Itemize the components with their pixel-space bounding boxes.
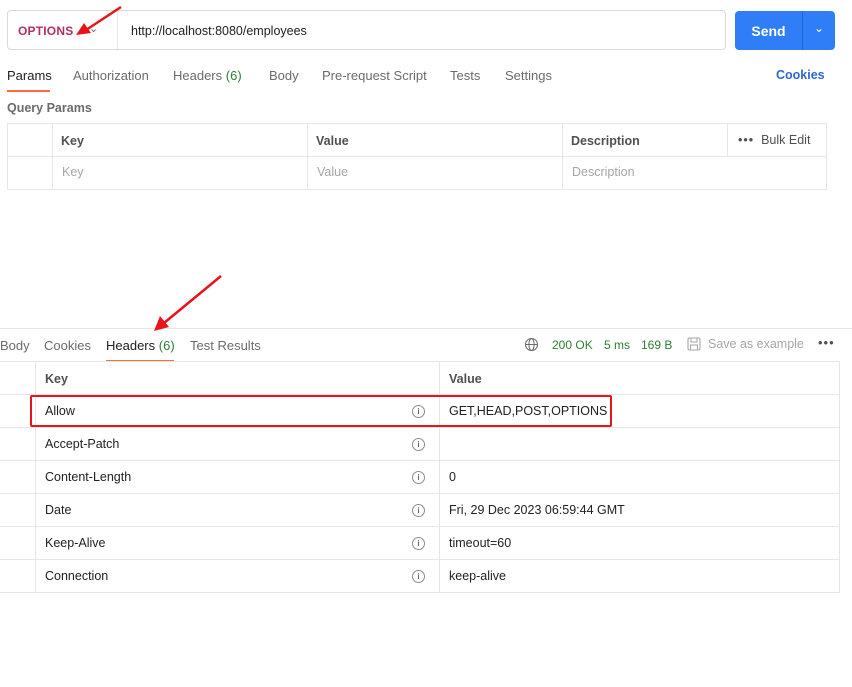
tab-response-headers[interactable]: Headers (6) [106,338,175,353]
tab-authorization[interactable]: Authorization [73,68,149,83]
save-as-example-button[interactable]: Save as example [708,337,804,351]
tab-label: Headers [106,338,156,353]
column-header-key: Key [45,372,68,386]
headers-count: (6) [158,338,175,353]
divider [562,123,563,190]
header-key: Date [45,503,72,517]
column-header-description: Description [571,134,640,148]
bulk-edit-label: Bulk Edit [761,133,811,147]
globe-icon[interactable] [524,337,539,352]
highlight-box [30,395,612,427]
chevron-down-icon[interactable]: ⌄ [803,21,835,35]
more-icon: ••• [738,133,755,147]
header-value: keep-alive [449,569,506,583]
cookies-link[interactable]: Cookies [776,68,825,82]
tab-label: Headers [173,68,223,83]
tab-params[interactable]: Params [7,68,52,83]
tab-pre-request-script[interactable]: Pre-request Script [322,68,427,83]
divider [0,526,840,527]
url-input[interactable]: http://localhost:8080/employees [131,24,307,38]
column-header-value: Value [316,134,349,148]
column-header-value: Value [449,372,482,386]
arrow-annotation [76,5,122,35]
param-key-input[interactable]: Key [62,165,84,179]
save-icon [687,337,701,351]
info-icon[interactable]: i [412,537,425,550]
tab-response-cookies[interactable]: Cookies [44,338,91,353]
tab-test-results[interactable]: Test Results [190,338,261,353]
divider [52,123,53,190]
header-key: Keep-Alive [45,536,106,550]
divider [727,123,728,156]
column-header-key: Key [61,134,84,148]
header-key: Accept-Patch [45,437,120,451]
info-icon[interactable]: i [412,570,425,583]
divider [0,427,840,428]
status-code[interactable]: 200 OK [552,338,593,352]
divider [0,592,840,593]
headers-count: (6) [225,68,242,83]
tab-headers[interactable]: Headers (6) [173,68,242,83]
send-button-label[interactable]: Send [735,23,802,39]
divider [307,123,308,190]
tab-settings[interactable]: Settings [505,68,552,83]
active-tab-indicator [7,90,50,92]
divider [7,156,827,157]
header-value: 0 [449,470,456,484]
divider [0,460,840,461]
divider [839,361,840,592]
tab-response-body[interactable]: Body [0,338,30,353]
response-size[interactable]: 169 B [641,338,672,352]
tab-tests[interactable]: Tests [450,68,480,83]
divider [0,493,840,494]
response-time[interactable]: 5 ms [604,338,630,352]
info-icon[interactable]: i [412,471,425,484]
param-description-input[interactable]: Description [572,165,635,179]
bulk-edit-button[interactable]: ••• Bulk Edit [738,133,810,147]
more-icon[interactable]: ••• [818,335,835,350]
info-icon[interactable]: i [412,438,425,451]
param-value-input[interactable]: Value [317,165,348,179]
method-select[interactable]: OPTIONS [18,24,73,38]
header-key: Content-Length [45,470,132,484]
header-value: Fri, 29 Dec 2023 06:59:44 GMT [449,503,625,517]
divider [0,559,840,560]
info-icon[interactable]: i [412,504,425,517]
divider [0,328,852,329]
query-params-title: Query Params [7,101,92,115]
arrow-annotation [154,275,222,331]
divider [0,361,840,362]
tab-body[interactable]: Body [269,68,299,83]
header-value: timeout=60 [449,536,512,550]
header-key: Connection [45,569,109,583]
